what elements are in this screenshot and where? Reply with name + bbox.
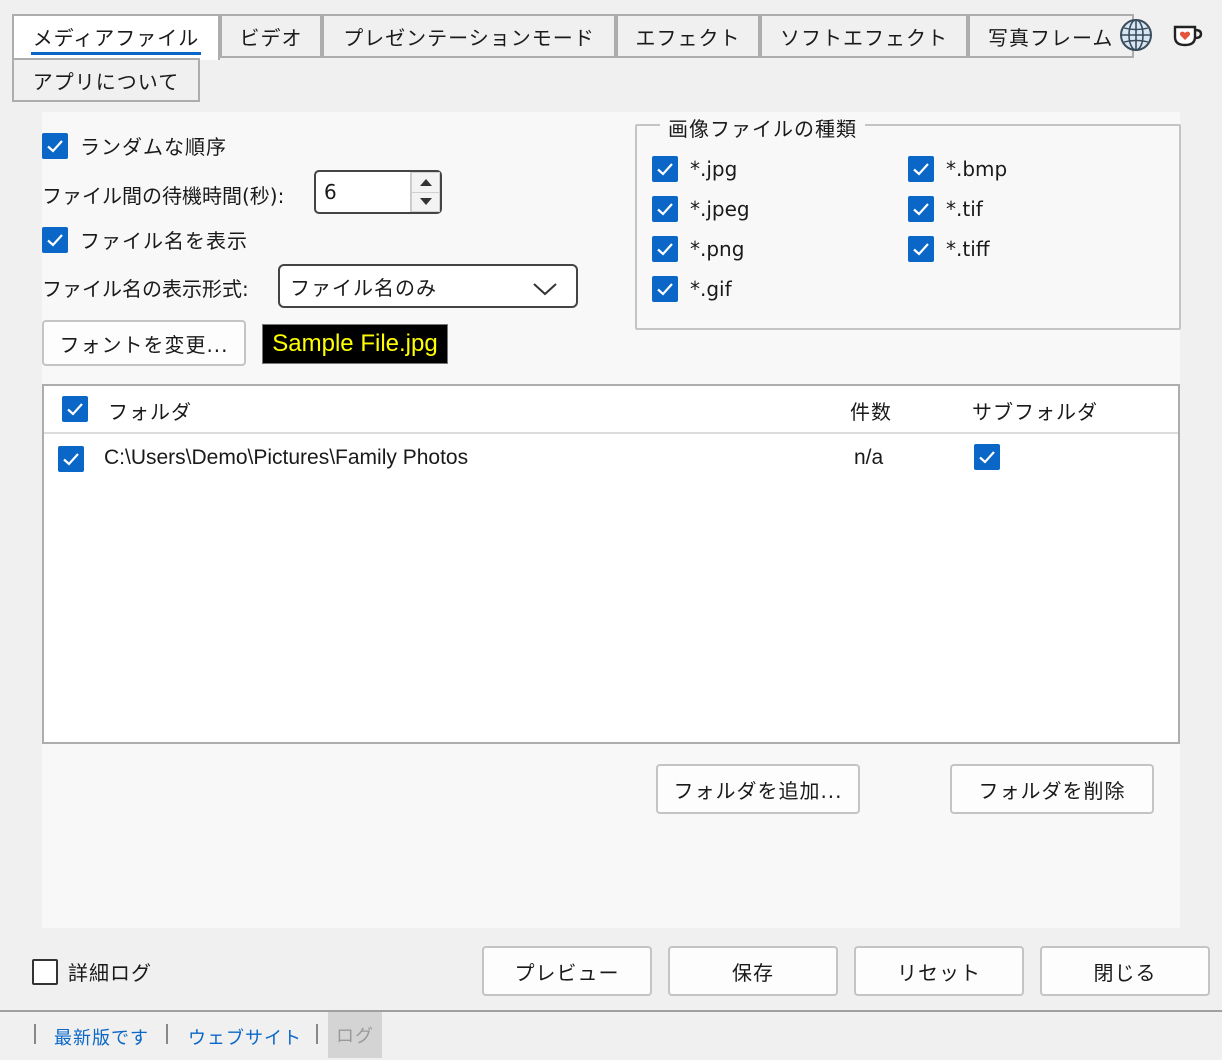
wait-time-spinner[interactable]: 6 — [314, 170, 442, 214]
column-header-folder[interactable]: フォルダ — [108, 396, 192, 425]
filetype-gif-checkbox[interactable] — [652, 276, 678, 302]
font-sample-preview: Sample File.jpg — [262, 324, 448, 364]
tab-presentation-mode[interactable]: プレゼンテーションモード — [322, 14, 616, 58]
subfolder-checkbox[interactable] — [974, 444, 1000, 470]
filetype-label: *.png — [690, 237, 745, 261]
tab-label: アプリについて — [32, 69, 180, 94]
table-row[interactable]: C:\Users\Demo\Pictures\Family Photos n/a — [44, 434, 1178, 482]
filetype-jpg[interactable]: *.jpg — [652, 156, 737, 182]
globe-icon[interactable] — [1119, 18, 1153, 52]
filename-format-dropdown[interactable]: ファイル名のみ — [278, 264, 578, 308]
filename-format-label: ファイル名の表示形式: — [42, 277, 249, 301]
column-header-count[interactable]: 件数 — [850, 396, 892, 425]
remove-folder-button[interactable]: フォルダを削除 — [950, 764, 1154, 814]
preview-button[interactable]: プレビュー — [482, 946, 652, 996]
wait-time-label: ファイル間の待機時間(秒): — [42, 184, 285, 208]
filetype-tiff-checkbox[interactable] — [908, 236, 934, 262]
show-filename-checkbox[interactable] — [42, 226, 68, 253]
wait-time-value[interactable]: 6 — [316, 180, 410, 204]
select-all-checkbox[interactable] — [62, 396, 88, 422]
row-checkbox[interactable] — [58, 446, 84, 472]
chevron-down-icon — [532, 278, 558, 302]
tab-effects[interactable]: エフェクト — [616, 14, 760, 58]
filetype-png-checkbox[interactable] — [652, 236, 678, 262]
filetype-jpeg[interactable]: *.jpeg — [652, 196, 750, 222]
random-order-label: ランダムな順序 — [80, 135, 227, 159]
reset-button[interactable]: リセット — [854, 946, 1024, 996]
separator — [34, 1024, 36, 1044]
filetype-gif[interactable]: *.gif — [652, 276, 732, 302]
filetype-label: *.gif — [690, 277, 732, 301]
filetype-bmp-checkbox[interactable] — [908, 156, 934, 182]
tab-video[interactable]: ビデオ — [220, 14, 322, 58]
log-button[interactable]: ログ — [328, 1012, 382, 1058]
filetype-label: *.jpg — [690, 157, 738, 181]
image-types-title: 画像ファイルの種類 — [660, 113, 865, 142]
tab-label: ビデオ — [239, 25, 303, 50]
latest-version-link[interactable]: 最新版です — [54, 1024, 149, 1050]
column-header-subfolders[interactable]: サブフォルダ — [972, 396, 1098, 425]
random-order-option[interactable]: ランダムな順序 — [42, 131, 227, 160]
website-link[interactable]: ウェブサイト — [188, 1024, 302, 1050]
coffee-heart-icon[interactable] — [1172, 20, 1204, 50]
filetype-jpeg-checkbox[interactable] — [652, 196, 678, 222]
filetype-label: *.tiff — [946, 237, 990, 261]
folder-count: n/a — [854, 446, 884, 469]
tab-label: プレゼンテーションモード — [343, 25, 595, 50]
verbose-log-label: 詳細ログ — [68, 961, 152, 985]
tab-label: メディアファイル — [30, 22, 202, 55]
tab-soft-effects[interactable]: ソフトエフェクト — [760, 14, 968, 58]
add-folder-button[interactable]: フォルダを追加... — [656, 764, 860, 814]
show-filename-label: ファイル名を表示 — [80, 229, 248, 253]
separator — [166, 1024, 168, 1044]
separator — [316, 1024, 318, 1044]
folder-list[interactable]: フォルダ 件数 サブフォルダ C:\Users\Demo\Pictures\Fa… — [42, 384, 1180, 744]
filetype-tif-checkbox[interactable] — [908, 196, 934, 222]
filetype-label: *.jpeg — [690, 197, 750, 221]
verbose-log-checkbox[interactable] — [32, 958, 58, 985]
folder-path: C:\Users\Demo\Pictures\Family Photos — [104, 446, 469, 469]
show-filename-option[interactable]: ファイル名を表示 — [42, 225, 248, 254]
tab-label: ソフトエフェクト — [780, 25, 948, 50]
filetype-bmp[interactable]: *.bmp — [908, 156, 1007, 182]
filetype-png[interactable]: *.png — [652, 236, 744, 262]
random-order-checkbox[interactable] — [42, 132, 68, 159]
filetype-label: *.tif — [946, 197, 983, 221]
filetype-label: *.bmp — [946, 157, 1008, 181]
close-button[interactable]: 閉じる — [1040, 946, 1210, 996]
save-button[interactable]: 保存 — [668, 946, 838, 996]
filename-format-value: ファイル名のみ — [290, 275, 437, 300]
filetype-tiff[interactable]: *.tiff — [908, 236, 990, 262]
tab-label: 写真フレーム — [988, 25, 1114, 50]
filetype-jpg-checkbox[interactable] — [652, 156, 678, 182]
filetype-tif[interactable]: *.tif — [908, 196, 983, 222]
folder-list-header: フォルダ 件数 サブフォルダ — [44, 386, 1178, 434]
spin-down-button[interactable] — [411, 192, 440, 212]
verbose-log-option[interactable]: 詳細ログ — [32, 957, 152, 986]
tab-media-files[interactable]: メディアファイル — [12, 14, 220, 60]
change-font-button[interactable]: フォントを変更... — [42, 320, 246, 366]
spin-up-button[interactable] — [411, 172, 440, 193]
status-bar: 最新版です ウェブサイト ログ — [0, 1010, 1222, 1060]
tab-label: エフェクト — [635, 25, 741, 50]
tab-about[interactable]: アプリについて — [12, 58, 200, 102]
tab-photo-frame[interactable]: 写真フレーム — [968, 14, 1134, 58]
